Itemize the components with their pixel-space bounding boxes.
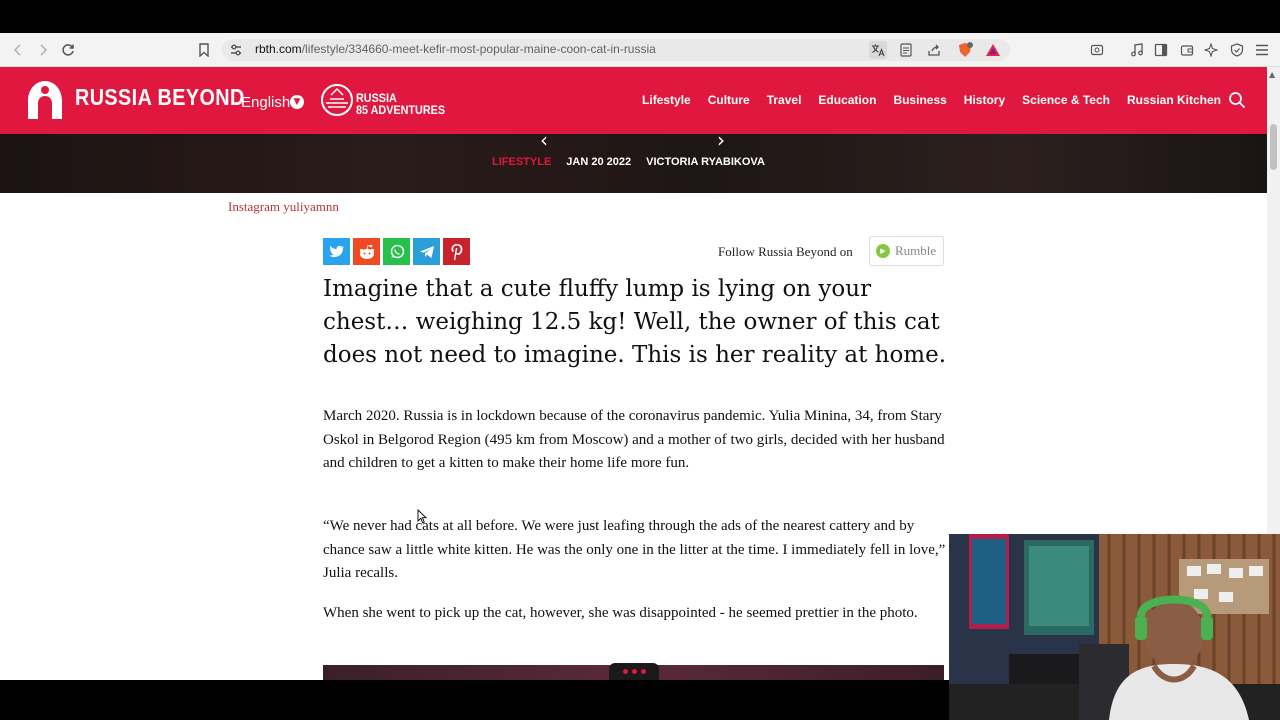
telegram-icon[interactable] [413, 238, 440, 265]
promo-subtitle[interactable]: 85 ADVENTURES [356, 103, 445, 117]
follow-label: Follow Russia Beyond on [718, 244, 853, 259]
hero-image: ‹ › LIFESTYLE JAN 20 2022 VICTORIA RYABI… [0, 128, 1267, 193]
url-text[interactable]: rbth.com/lifestyle/334660-meet-kefir-mos… [255, 42, 656, 56]
screen: rbth.com/lifestyle/334660-meet-kefir-mos… [0, 0, 1280, 720]
article-author[interactable]: VICTORIA RYABIKOVA [646, 156, 765, 168]
main-nav: Lifestyle Culture Travel Education Busin… [642, 93, 1221, 107]
leo-ai-icon[interactable] [1202, 41, 1220, 59]
top-letterbox [0, 0, 1280, 33]
russia-beyond-logo-icon[interactable] [24, 79, 66, 121]
article-paragraph: “We never had cats at all before. We wer… [323, 518, 946, 581]
article-date: JAN 20 2022 [566, 156, 632, 168]
translate-icon[interactable] [869, 41, 887, 59]
hero-next-arrow-icon[interactable]: › [717, 128, 725, 152]
article-lead: Imagine that a cute fluffy lump is lying… [323, 276, 947, 368]
site-settings-icon[interactable] [228, 42, 244, 58]
webcam-video [949, 534, 1280, 720]
sidebar-icon[interactable] [1152, 41, 1170, 59]
menu-icon[interactable] [1253, 41, 1271, 59]
hero-prev-arrow-icon[interactable]: ‹ [540, 128, 548, 152]
rumble-follow-button[interactable]: ▶ Rumble [869, 236, 944, 266]
screenshot-icon[interactable] [1088, 41, 1106, 59]
language-selector[interactable]: English [241, 94, 290, 111]
search-icon[interactable] [1228, 91, 1246, 109]
article-category[interactable]: LIFESTYLE [492, 156, 551, 168]
article-paragraph: March 2020. Russia is in lockdown becaus… [323, 408, 945, 471]
nav-education[interactable]: Education [818, 93, 876, 107]
nav-lifestyle[interactable]: Lifestyle [642, 93, 691, 107]
forward-icon[interactable] [34, 41, 52, 59]
nav-science-tech[interactable]: Science & Tech [1022, 93, 1110, 107]
brave-rewards-icon[interactable] [984, 41, 1002, 59]
article-paragraph: When she went to pick up the cat, howeve… [323, 605, 918, 621]
reader-mode-icon[interactable] [897, 41, 915, 59]
wallet-icon[interactable] [1178, 41, 1196, 59]
more-options-handle[interactable] [609, 663, 659, 680]
reload-icon[interactable] [59, 41, 77, 59]
chevron-down-icon[interactable]: ▼ [290, 95, 304, 109]
share-buttons [323, 238, 473, 265]
russia-85-adventures-logo-icon[interactable] [320, 83, 354, 117]
twitter-icon[interactable] [323, 238, 350, 265]
brand-name[interactable]: RUSSIA BEYOND [75, 84, 245, 111]
url-host: rbth.com [255, 42, 302, 56]
article-meta: LIFESTYLE JAN 20 2022 VICTORIA RYABIKOVA [492, 156, 765, 168]
nav-russian-kitchen[interactable]: Russian Kitchen [1127, 93, 1221, 107]
scrollbar-thumb[interactable] [1270, 124, 1277, 170]
site-header: RUSSIA BEYOND English ▼ RUSSIA 85 ADVENT… [0, 67, 1267, 134]
share-icon[interactable] [925, 41, 943, 59]
nav-history[interactable]: History [964, 93, 1005, 107]
webcam-overlay [949, 534, 1280, 720]
nav-travel[interactable]: Travel [767, 93, 802, 107]
reddit-icon[interactable] [353, 238, 380, 265]
back-icon[interactable] [9, 41, 27, 59]
url-path: /lifestyle/334660-meet-kefir-most-popula… [301, 42, 656, 56]
rumble-play-icon: ▶ [876, 244, 890, 258]
rumble-label: Rumble [895, 243, 937, 258]
whatsapp-icon[interactable] [383, 238, 410, 265]
photo-caption[interactable]: Instagram yuliyamnn [228, 199, 339, 215]
nav-culture[interactable]: Culture [708, 93, 750, 107]
brave-shields-icon[interactable] [956, 41, 974, 59]
mouse-cursor-icon [417, 509, 427, 524]
scroll-up-icon[interactable]: ▲ [1269, 70, 1275, 79]
pinterest-icon[interactable] [443, 238, 470, 265]
vpn-icon[interactable] [1228, 41, 1246, 59]
bookmark-icon[interactable] [195, 41, 213, 59]
nav-business[interactable]: Business [893, 93, 946, 107]
browser-toolbar: rbth.com/lifestyle/334660-meet-kefir-mos… [0, 33, 1280, 67]
media-icon[interactable] [1128, 41, 1146, 59]
